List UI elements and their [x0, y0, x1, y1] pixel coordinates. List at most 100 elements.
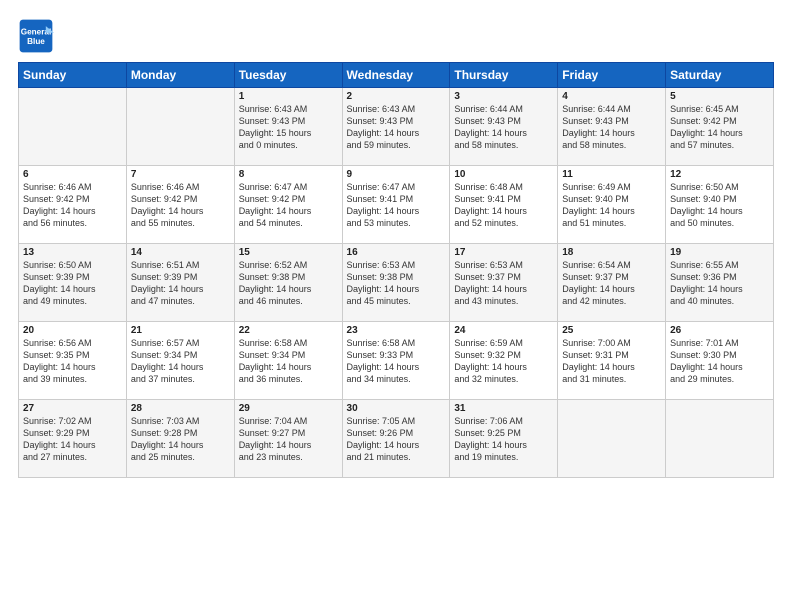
calendar-cell: 4Sunrise: 6:44 AM Sunset: 9:43 PM Daylig…: [558, 88, 666, 166]
day-info: Sunrise: 6:52 AM Sunset: 9:38 PM Dayligh…: [239, 259, 338, 308]
day-info: Sunrise: 6:43 AM Sunset: 9:43 PM Dayligh…: [347, 103, 446, 152]
day-number: 4: [562, 91, 661, 102]
day-info: Sunrise: 7:02 AM Sunset: 9:29 PM Dayligh…: [23, 415, 122, 464]
calendar-cell: 1Sunrise: 6:43 AM Sunset: 9:43 PM Daylig…: [234, 88, 342, 166]
calendar-cell: 14Sunrise: 6:51 AM Sunset: 9:39 PM Dayli…: [126, 244, 234, 322]
day-number: 11: [562, 169, 661, 180]
day-number: 19: [670, 247, 769, 258]
day-info: Sunrise: 6:57 AM Sunset: 9:34 PM Dayligh…: [131, 337, 230, 386]
calendar-table: SundayMondayTuesdayWednesdayThursdayFrid…: [18, 62, 774, 478]
day-info: Sunrise: 7:06 AM Sunset: 9:25 PM Dayligh…: [454, 415, 553, 464]
day-info: Sunrise: 6:55 AM Sunset: 9:36 PM Dayligh…: [670, 259, 769, 308]
calendar-cell: 9Sunrise: 6:47 AM Sunset: 9:41 PM Daylig…: [342, 166, 450, 244]
calendar-cell: 22Sunrise: 6:58 AM Sunset: 9:34 PM Dayli…: [234, 322, 342, 400]
calendar-cell: 18Sunrise: 6:54 AM Sunset: 9:37 PM Dayli…: [558, 244, 666, 322]
logo: General Blue: [18, 18, 58, 54]
day-info: Sunrise: 6:44 AM Sunset: 9:43 PM Dayligh…: [454, 103, 553, 152]
calendar-cell: [126, 88, 234, 166]
week-row-3: 20Sunrise: 6:56 AM Sunset: 9:35 PM Dayli…: [19, 322, 774, 400]
day-number: 18: [562, 247, 661, 258]
calendar-cell: 2Sunrise: 6:43 AM Sunset: 9:43 PM Daylig…: [342, 88, 450, 166]
day-info: Sunrise: 6:58 AM Sunset: 9:33 PM Dayligh…: [347, 337, 446, 386]
day-info: Sunrise: 7:01 AM Sunset: 9:30 PM Dayligh…: [670, 337, 769, 386]
day-number: 22: [239, 325, 338, 336]
calendar-body: 1Sunrise: 6:43 AM Sunset: 9:43 PM Daylig…: [19, 88, 774, 478]
day-number: 6: [23, 169, 122, 180]
calendar-cell: 20Sunrise: 6:56 AM Sunset: 9:35 PM Dayli…: [19, 322, 127, 400]
day-number: 30: [347, 403, 446, 414]
header-cell-tuesday: Tuesday: [234, 63, 342, 88]
calendar-cell: 24Sunrise: 6:59 AM Sunset: 9:32 PM Dayli…: [450, 322, 558, 400]
calendar-cell: 15Sunrise: 6:52 AM Sunset: 9:38 PM Dayli…: [234, 244, 342, 322]
header-cell-saturday: Saturday: [666, 63, 774, 88]
calendar-cell: 21Sunrise: 6:57 AM Sunset: 9:34 PM Dayli…: [126, 322, 234, 400]
day-info: Sunrise: 6:50 AM Sunset: 9:40 PM Dayligh…: [670, 181, 769, 230]
calendar-cell: [666, 400, 774, 478]
calendar-cell: 8Sunrise: 6:47 AM Sunset: 9:42 PM Daylig…: [234, 166, 342, 244]
day-info: Sunrise: 6:56 AM Sunset: 9:35 PM Dayligh…: [23, 337, 122, 386]
calendar-cell: 19Sunrise: 6:55 AM Sunset: 9:36 PM Dayli…: [666, 244, 774, 322]
calendar-cell: 26Sunrise: 7:01 AM Sunset: 9:30 PM Dayli…: [666, 322, 774, 400]
day-number: 15: [239, 247, 338, 258]
day-number: 28: [131, 403, 230, 414]
day-info: Sunrise: 6:45 AM Sunset: 9:42 PM Dayligh…: [670, 103, 769, 152]
day-number: 9: [347, 169, 446, 180]
calendar-cell: 29Sunrise: 7:04 AM Sunset: 9:27 PM Dayli…: [234, 400, 342, 478]
header-cell-monday: Monday: [126, 63, 234, 88]
header-cell-sunday: Sunday: [19, 63, 127, 88]
day-number: 1: [239, 91, 338, 102]
header-row: SundayMondayTuesdayWednesdayThursdayFrid…: [19, 63, 774, 88]
day-number: 16: [347, 247, 446, 258]
day-number: 31: [454, 403, 553, 414]
week-row-2: 13Sunrise: 6:50 AM Sunset: 9:39 PM Dayli…: [19, 244, 774, 322]
calendar-cell: 7Sunrise: 6:46 AM Sunset: 9:42 PM Daylig…: [126, 166, 234, 244]
day-number: 27: [23, 403, 122, 414]
header-cell-thursday: Thursday: [450, 63, 558, 88]
week-row-0: 1Sunrise: 6:43 AM Sunset: 9:43 PM Daylig…: [19, 88, 774, 166]
calendar-cell: 5Sunrise: 6:45 AM Sunset: 9:42 PM Daylig…: [666, 88, 774, 166]
day-info: Sunrise: 6:48 AM Sunset: 9:41 PM Dayligh…: [454, 181, 553, 230]
day-info: Sunrise: 7:04 AM Sunset: 9:27 PM Dayligh…: [239, 415, 338, 464]
day-number: 7: [131, 169, 230, 180]
calendar-cell: 17Sunrise: 6:53 AM Sunset: 9:37 PM Dayli…: [450, 244, 558, 322]
calendar-cell: 10Sunrise: 6:48 AM Sunset: 9:41 PM Dayli…: [450, 166, 558, 244]
calendar-cell: 23Sunrise: 6:58 AM Sunset: 9:33 PM Dayli…: [342, 322, 450, 400]
day-info: Sunrise: 6:58 AM Sunset: 9:34 PM Dayligh…: [239, 337, 338, 386]
calendar-cell: 25Sunrise: 7:00 AM Sunset: 9:31 PM Dayli…: [558, 322, 666, 400]
day-info: Sunrise: 6:47 AM Sunset: 9:42 PM Dayligh…: [239, 181, 338, 230]
calendar-cell: 28Sunrise: 7:03 AM Sunset: 9:28 PM Dayli…: [126, 400, 234, 478]
day-number: 8: [239, 169, 338, 180]
day-number: 10: [454, 169, 553, 180]
calendar-cell: [558, 400, 666, 478]
day-info: Sunrise: 6:50 AM Sunset: 9:39 PM Dayligh…: [23, 259, 122, 308]
day-info: Sunrise: 6:44 AM Sunset: 9:43 PM Dayligh…: [562, 103, 661, 152]
calendar-cell: 12Sunrise: 6:50 AM Sunset: 9:40 PM Dayli…: [666, 166, 774, 244]
week-row-4: 27Sunrise: 7:02 AM Sunset: 9:29 PM Dayli…: [19, 400, 774, 478]
day-info: Sunrise: 7:00 AM Sunset: 9:31 PM Dayligh…: [562, 337, 661, 386]
calendar-cell: 6Sunrise: 6:46 AM Sunset: 9:42 PM Daylig…: [19, 166, 127, 244]
day-info: Sunrise: 6:46 AM Sunset: 9:42 PM Dayligh…: [23, 181, 122, 230]
calendar-cell: [19, 88, 127, 166]
day-number: 17: [454, 247, 553, 258]
calendar-cell: 3Sunrise: 6:44 AM Sunset: 9:43 PM Daylig…: [450, 88, 558, 166]
day-info: Sunrise: 7:05 AM Sunset: 9:26 PM Dayligh…: [347, 415, 446, 464]
day-info: Sunrise: 7:03 AM Sunset: 9:28 PM Dayligh…: [131, 415, 230, 464]
day-info: Sunrise: 6:51 AM Sunset: 9:39 PM Dayligh…: [131, 259, 230, 308]
day-number: 2: [347, 91, 446, 102]
day-number: 20: [23, 325, 122, 336]
day-number: 3: [454, 91, 553, 102]
header-cell-friday: Friday: [558, 63, 666, 88]
day-number: 21: [131, 325, 230, 336]
day-info: Sunrise: 6:47 AM Sunset: 9:41 PM Dayligh…: [347, 181, 446, 230]
day-info: Sunrise: 6:54 AM Sunset: 9:37 PM Dayligh…: [562, 259, 661, 308]
header: General Blue: [18, 18, 774, 54]
header-cell-wednesday: Wednesday: [342, 63, 450, 88]
calendar-cell: 30Sunrise: 7:05 AM Sunset: 9:26 PM Dayli…: [342, 400, 450, 478]
day-info: Sunrise: 6:53 AM Sunset: 9:37 PM Dayligh…: [454, 259, 553, 308]
calendar-cell: 27Sunrise: 7:02 AM Sunset: 9:29 PM Dayli…: [19, 400, 127, 478]
day-number: 26: [670, 325, 769, 336]
day-info: Sunrise: 6:43 AM Sunset: 9:43 PM Dayligh…: [239, 103, 338, 152]
day-number: 29: [239, 403, 338, 414]
day-number: 14: [131, 247, 230, 258]
day-number: 24: [454, 325, 553, 336]
